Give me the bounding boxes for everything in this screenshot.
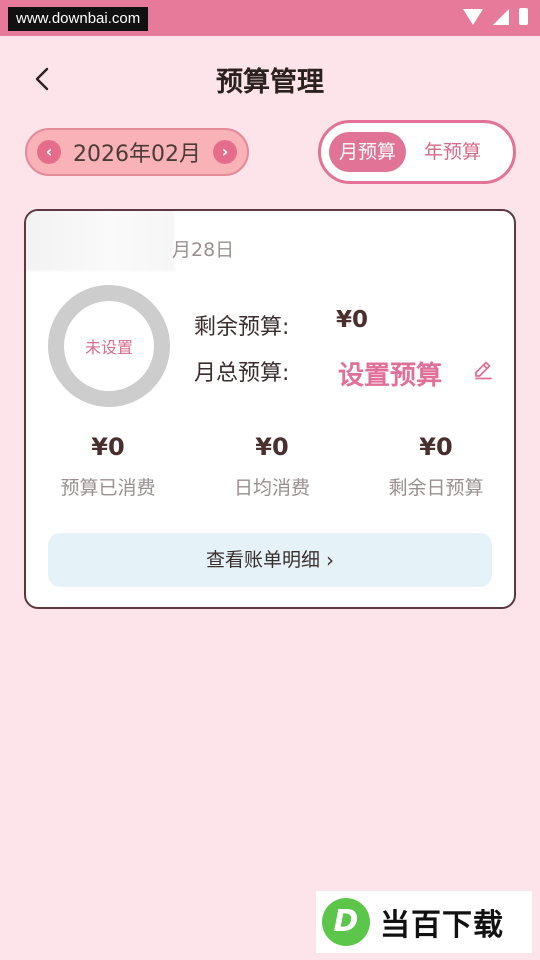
card-date: 月28日 [172,239,235,261]
remaining-budget-value: ¥0 [336,307,369,333]
status-icons [463,8,528,25]
remaining-budget-label: 剩余预算: [194,315,290,340]
view-bill-details-label: 查看账单明细 [205,549,320,571]
current-month[interactable]: 2026年02月 [73,136,201,168]
logo-badge-icon: D [322,898,370,946]
page-title: 预算管理 [216,67,324,98]
blurred-region [26,211,174,271]
monthly-total-label: 月总预算: [194,361,290,386]
budget-period-toggle: 月预算 年预算 [318,120,516,184]
signal-icon [493,8,509,25]
wifi-icon [463,8,483,25]
view-bill-details-button[interactable]: 查看账单明细 › [48,533,492,587]
stat-daily-average: ¥0 日均消费 [190,433,354,500]
tab-monthly-budget[interactable]: 月预算 [329,132,407,172]
month-picker: ‹ 2026年02月 › [25,128,249,176]
watermark-url: www.downbai.com [8,7,149,31]
set-budget-link[interactable]: 设置预算 [338,355,442,392]
stat-spent: ¥0 预算已消费 [26,433,190,500]
stat-value: ¥0 [255,433,289,461]
prev-month-button[interactable]: ‹ [37,140,61,164]
stat-label: 剩余日预算 [388,477,484,499]
ring-label: 未设置 [84,338,133,357]
stat-value: ¥0 [91,433,125,461]
budget-ring-chart: 未设置 [48,285,170,407]
chevron-right-icon: › [326,548,334,572]
budget-card: 月28日 未设置 剩余预算: ¥0 月总预算: 设置预算 ¥0 预算已消费 ¥0… [24,209,516,609]
next-month-button[interactable]: › [212,140,237,164]
tab-yearly-budget[interactable]: 年预算 [414,132,491,172]
stat-remaining-daily: ¥0 剩余日预算 [354,433,514,500]
watermark-logo: D 当百下载 [316,891,532,953]
watermark-logo-text: 当百下载 [380,908,504,943]
battery-icon [519,8,528,25]
stat-value: ¥0 [419,433,453,461]
header: 预算管理 [0,56,540,102]
stat-label: 日均消费 [233,477,310,499]
status-bar: www.downbai.com [0,0,540,36]
edit-pencil-icon[interactable] [472,359,494,381]
stat-label: 预算已消费 [60,477,156,499]
budget-stats: ¥0 预算已消费 ¥0 日均消费 ¥0 剩余日预算 [26,433,514,500]
